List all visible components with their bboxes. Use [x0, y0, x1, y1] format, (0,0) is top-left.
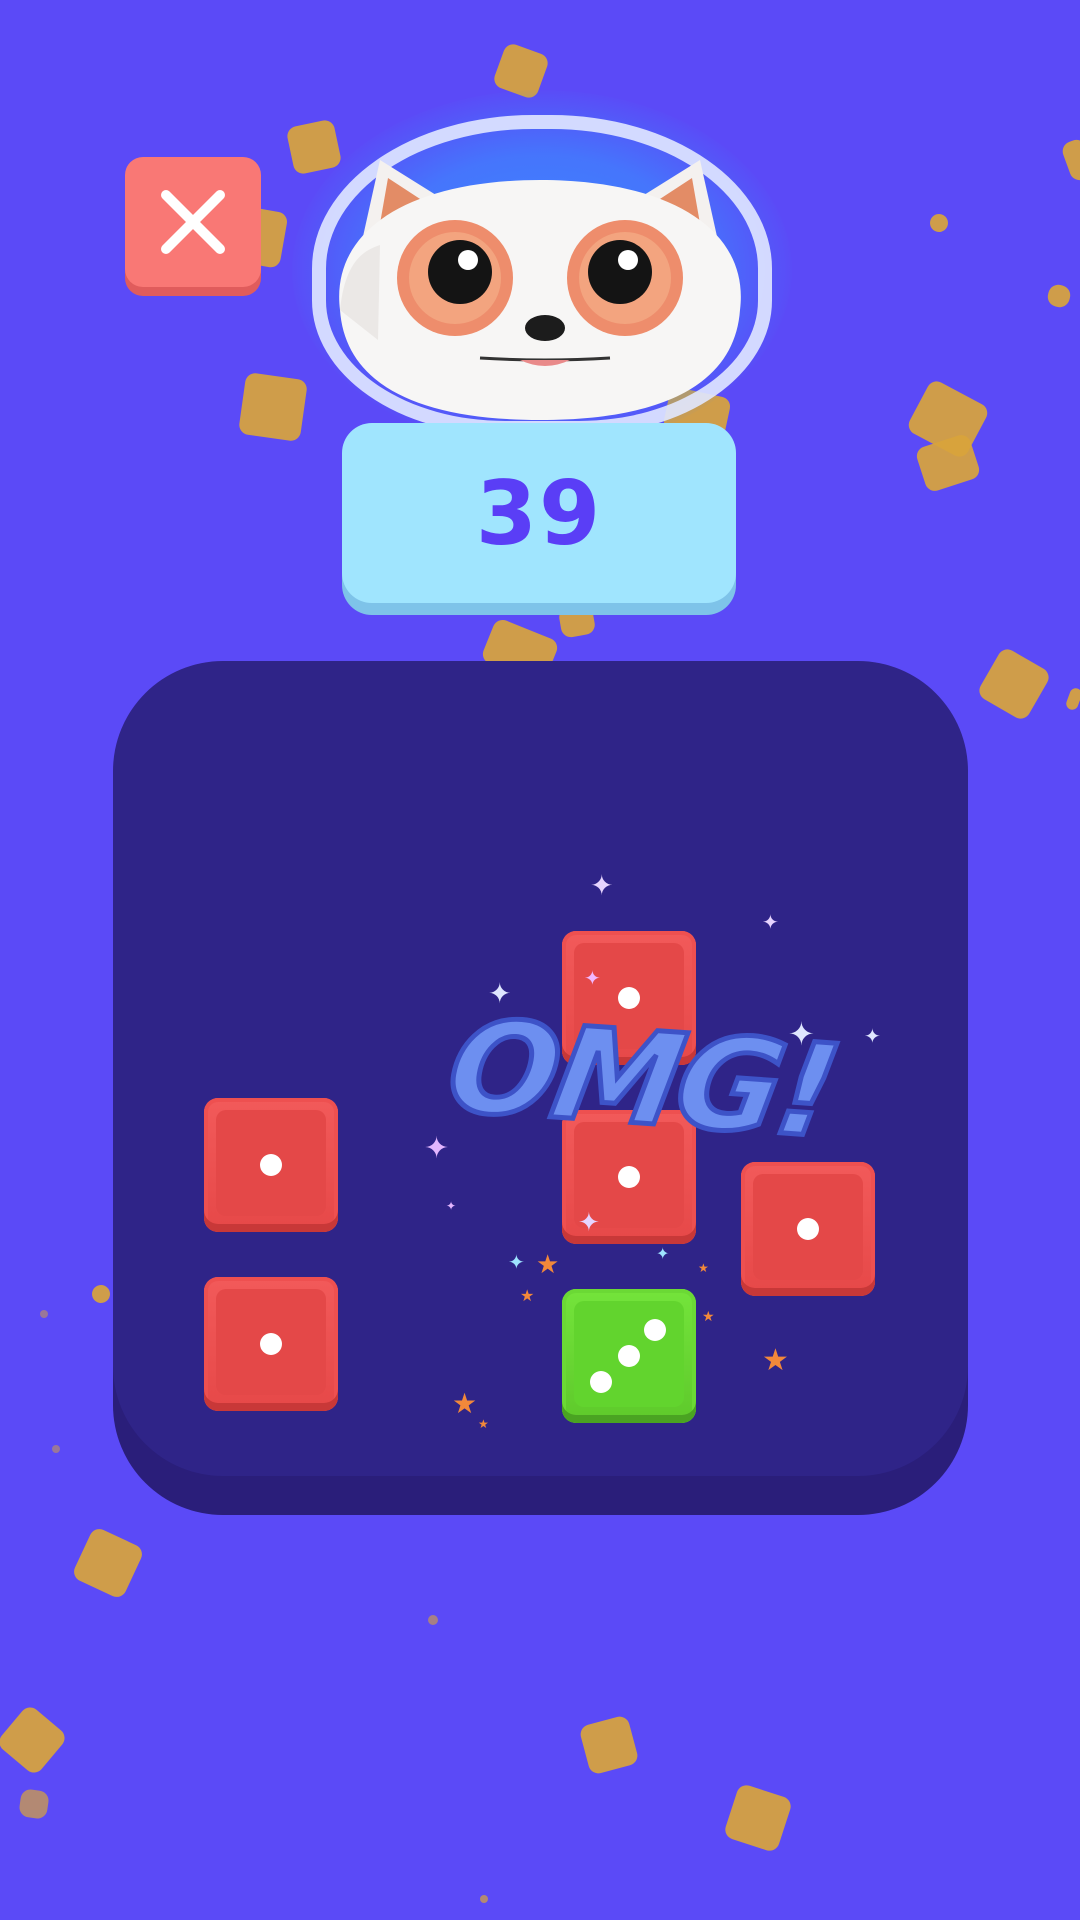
confetti-square: [722, 1782, 794, 1854]
confetti-square: [1059, 137, 1080, 183]
score-value: 39: [475, 461, 603, 565]
die-pip: [797, 1218, 819, 1240]
omg-banner: OMG!: [435, 990, 849, 1169]
confetti-square: [90, 1283, 112, 1305]
close-icon: [161, 190, 225, 254]
sparkle-icon: ✦: [864, 1024, 881, 1048]
confetti-square: [40, 1310, 48, 1318]
confetti-square: [557, 603, 597, 639]
die-pip: [260, 1154, 282, 1176]
confetti-square: [480, 1895, 488, 1903]
confetti-square: [578, 1714, 640, 1776]
sparkle-icon: ✦: [508, 1250, 525, 1274]
star-icon: ★: [536, 1250, 560, 1280]
close-button[interactable]: [125, 157, 261, 287]
confetti-square: [975, 645, 1053, 723]
sparkle-icon: ✦: [590, 869, 614, 902]
star-icon: ★: [452, 1387, 478, 1420]
confetti-square: [926, 210, 952, 236]
star-icon: ★: [762, 1343, 789, 1378]
confetti-square: [1064, 686, 1080, 712]
sparkle-icon: ✦: [578, 1208, 600, 1238]
star-icon: ★: [698, 1261, 709, 1275]
sparkle-icon: ✦: [446, 1199, 457, 1213]
die-tile[interactable]: [204, 1098, 338, 1232]
sparkle-icon: ✦: [584, 966, 601, 990]
score-plate: 39: [342, 423, 736, 603]
confetti-square: [70, 1525, 146, 1601]
confetti-square: [0, 1703, 69, 1777]
die-tile[interactable]: [741, 1162, 875, 1296]
die-pip: [618, 1166, 640, 1188]
sparkle-icon: ✦: [656, 1244, 670, 1263]
confetti-square: [1045, 282, 1073, 310]
star-icon: ★: [520, 1286, 535, 1305]
sparkle-icon: ✦: [762, 910, 779, 934]
die-pip: [260, 1333, 282, 1355]
cat-mascot-icon: [339, 160, 741, 420]
die-pip: [618, 1345, 640, 1367]
star-icon: ★: [478, 1417, 489, 1431]
die-tile[interactable]: [204, 1277, 338, 1411]
die-tile[interactable]: [562, 1289, 696, 1423]
confetti-square: [52, 1445, 60, 1453]
die-pip: [590, 1371, 612, 1393]
confetti-square: [237, 371, 309, 443]
confetti-square: [18, 1788, 50, 1820]
confetti-square: [428, 1615, 438, 1625]
star-icon: ★: [702, 1309, 715, 1325]
die-pip: [644, 1319, 666, 1341]
